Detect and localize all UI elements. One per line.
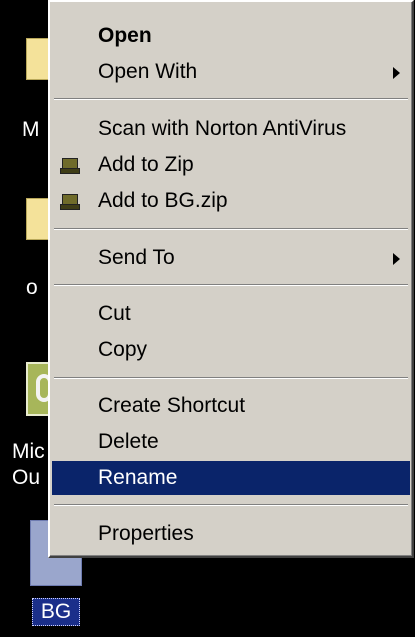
menu-item-label: Add to BG.zip (98, 189, 228, 212)
menu-item-add-to-zip[interactable]: Add to Zip (52, 148, 410, 182)
zip-icon (60, 157, 80, 175)
menu-item-cut[interactable]: Cut (52, 297, 410, 331)
menu-item-label: Open With (98, 60, 198, 83)
menu-item-label: Send To (98, 246, 175, 269)
menu-item-label: Create Shortcut (98, 394, 246, 417)
submenu-arrow-icon (393, 253, 400, 265)
desktop-icon-label: Ou (12, 466, 41, 489)
menu-item-scan-norton[interactable]: Scan with Norton AntiVirus (52, 112, 410, 146)
menu-item-label: Delete (98, 430, 159, 453)
menu-item-label: Cut (98, 302, 131, 325)
menu-separator (54, 504, 408, 506)
menu-item-open-with[interactable]: Open With (52, 55, 410, 89)
menu-item-label: Copy (98, 338, 148, 361)
zip-icon (60, 193, 80, 211)
desktop-icon-label: o (26, 276, 38, 299)
menu-item-delete[interactable]: Delete (52, 425, 410, 459)
menu-item-label: Add to Zip (98, 153, 194, 176)
menu-separator (54, 98, 408, 100)
submenu-arrow-icon (393, 67, 400, 79)
menu-separator (54, 228, 408, 230)
menu-item-label: Scan with Norton AntiVirus (98, 117, 347, 140)
menu-item-label: Open (98, 24, 152, 47)
desktop-icon-label: M (22, 118, 40, 141)
menu-separator (54, 377, 408, 379)
menu-item-open[interactable]: Open (52, 19, 410, 53)
menu-item-send-to[interactable]: Send To (52, 241, 410, 275)
menu-item-add-to-bgzip[interactable]: Add to BG.zip (52, 184, 410, 218)
context-menu: Open Open With Scan with Norton AntiViru… (48, 0, 414, 558)
menu-separator (54, 284, 408, 286)
menu-item-properties[interactable]: Properties (52, 517, 410, 551)
menu-item-copy[interactable]: Copy (52, 333, 410, 367)
menu-item-label: Rename (98, 466, 178, 489)
menu-item-create-shortcut[interactable]: Create Shortcut (52, 389, 410, 423)
menu-item-label: Properties (98, 522, 194, 545)
desktop-icon-label: Mic (12, 440, 45, 463)
menu-item-rename[interactable]: Rename (52, 461, 410, 495)
desktop-icon-label-selected[interactable]: BG (32, 598, 80, 626)
